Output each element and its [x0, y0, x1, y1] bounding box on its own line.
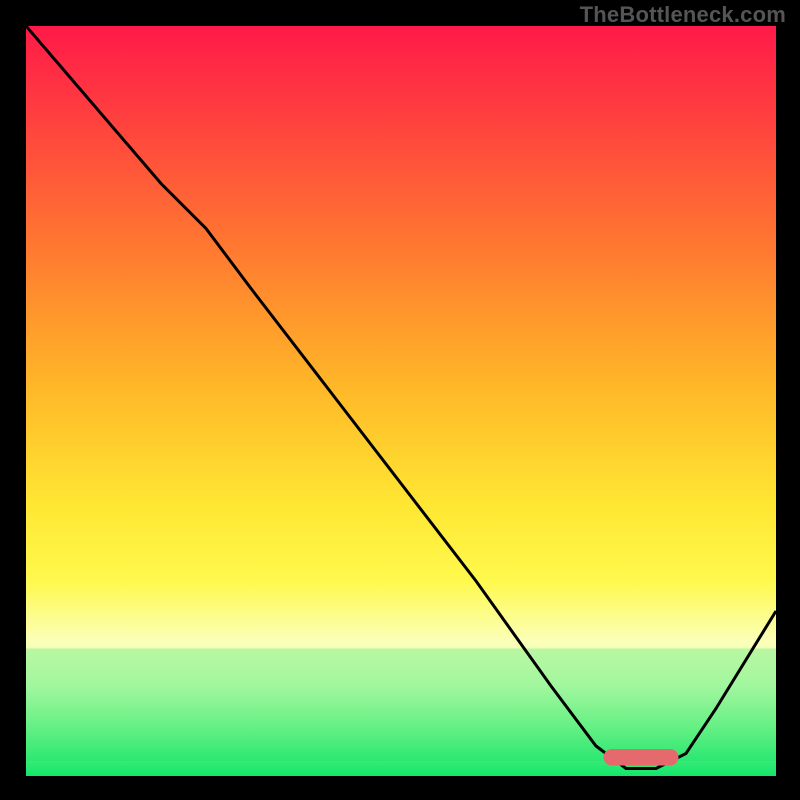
optimal-band — [26, 649, 776, 762]
chart-svg — [26, 26, 776, 776]
plot-area — [26, 26, 776, 776]
watermark-text: TheBottleneck.com — [580, 2, 786, 28]
optimal-marker — [604, 749, 679, 766]
chart-container: TheBottleneck.com — [0, 0, 800, 800]
